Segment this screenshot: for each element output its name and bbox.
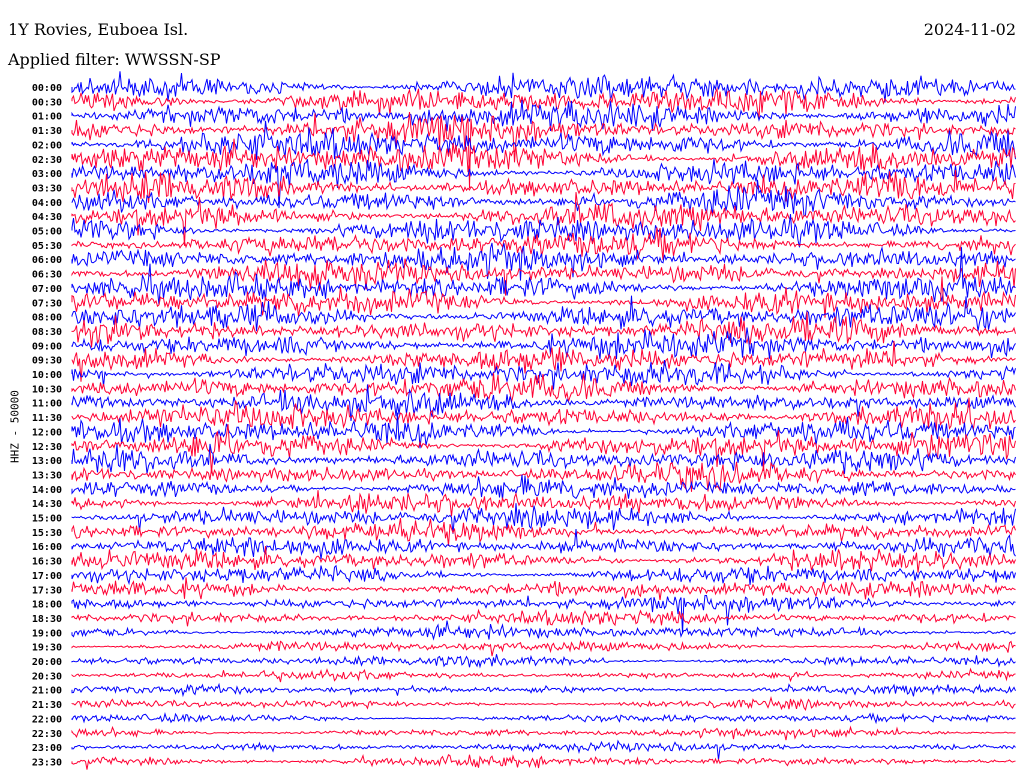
time-tick-label: 07:00 — [32, 284, 62, 295]
trace-row-0000 — [71, 71, 1016, 103]
time-tick-label: 17:00 — [32, 571, 62, 582]
trace-row-1500 — [71, 503, 1016, 534]
time-tick-label: 06:30 — [32, 270, 62, 281]
trace-row-2230 — [71, 725, 1016, 741]
trace-row-1130 — [71, 397, 1016, 433]
trace-group — [71, 71, 1016, 770]
time-tick-label: 01:30 — [32, 126, 62, 137]
time-tick-label: 11:30 — [32, 413, 62, 424]
trace-row-2200 — [71, 711, 1016, 725]
trace-row-2130 — [71, 696, 1016, 711]
time-tick-label: 18:00 — [32, 600, 62, 611]
time-tick-label: 23:30 — [32, 757, 62, 768]
time-tick-label: 20:30 — [32, 671, 62, 682]
trace-row-0100 — [71, 99, 1016, 132]
time-tick-label: 12:30 — [32, 442, 62, 453]
time-tick-label: 16:00 — [32, 542, 62, 553]
time-tick-label: 03:30 — [32, 183, 62, 194]
trace-row-1030 — [71, 372, 1016, 403]
time-tick-label: 16:30 — [32, 557, 62, 568]
trace-row-2000 — [71, 654, 1016, 669]
time-tick-label: 07:30 — [32, 298, 62, 309]
trace-row-2300 — [71, 739, 1016, 760]
trace-row-1930 — [71, 639, 1016, 657]
trace-row-0300 — [71, 158, 1016, 209]
trace-row-2030 — [71, 667, 1016, 683]
trace-row-1230 — [71, 424, 1016, 474]
trace-row-1730 — [71, 577, 1016, 601]
time-tick-label: 03:00 — [32, 169, 62, 180]
trace-row-1830 — [71, 608, 1016, 627]
time-tick-label: 06:00 — [32, 255, 62, 266]
time-tick-label: 19:30 — [32, 643, 62, 654]
trace-row-2330 — [71, 754, 1016, 770]
time-tick-label: 10:00 — [32, 370, 62, 381]
time-tick-label: 05:30 — [32, 241, 62, 252]
time-tick-label: 21:00 — [32, 686, 62, 697]
trace-row-1700 — [71, 564, 1016, 586]
time-tick-label: 09:30 — [32, 356, 62, 367]
trace-row-1430 — [71, 490, 1016, 517]
time-tick-label: 23:00 — [32, 743, 62, 754]
time-tick-label: 20:00 — [32, 657, 62, 668]
time-tick-label: 08:30 — [32, 327, 62, 338]
trace-row-2100 — [71, 682, 1016, 698]
tick-label-group: 00:00 00:30 01:00 01:30 02:00 02:30 03:00 03:30… — [32, 83, 62, 768]
trace-row-1300 — [71, 443, 1016, 474]
trace-row-0530 — [71, 227, 1016, 261]
trace-row-1900 — [71, 620, 1016, 641]
time-tick-label: 17:30 — [32, 585, 62, 596]
time-tick-label: 18:30 — [32, 614, 62, 625]
time-tick-label: 02:30 — [32, 155, 62, 166]
time-tick-label: 00:30 — [32, 97, 62, 108]
helicorder-plot: 00:00 00:30 01:00 01:30 02:00 02:30 03:00 03:30… — [32, 71, 1016, 770]
time-tick-label: 01:00 — [32, 112, 62, 123]
time-tick-label: 10:30 — [32, 384, 62, 395]
time-tick-label: 22:30 — [32, 729, 62, 740]
time-tick-label: 00:00 — [32, 83, 62, 94]
time-tick-label: 09:00 — [32, 341, 62, 352]
time-tick-label: 14:30 — [32, 499, 62, 510]
time-tick-label: 15:30 — [32, 528, 62, 539]
trace-row-1400 — [71, 474, 1016, 501]
time-tick-label: 13:30 — [32, 470, 62, 481]
time-tick-label: 22:00 — [32, 714, 62, 725]
time-tick-label: 04:00 — [32, 198, 62, 209]
time-tick-label: 12:00 — [32, 427, 62, 438]
time-tick-label: 13:00 — [32, 456, 62, 467]
time-tick-label: 11:00 — [32, 399, 62, 410]
time-tick-label: 14:00 — [32, 485, 62, 496]
time-tick-label: 19:00 — [32, 628, 62, 639]
time-tick-label: 15:00 — [32, 514, 62, 525]
time-tick-label: 05:00 — [32, 227, 62, 238]
time-tick-label: 04:30 — [32, 212, 62, 223]
time-tick-label: 21:30 — [32, 700, 62, 711]
time-tick-label: 02:00 — [32, 140, 62, 151]
trace-row-1100 — [71, 384, 1016, 422]
time-tick-label: 08:00 — [32, 313, 62, 324]
trace-row-0430 — [71, 192, 1016, 246]
